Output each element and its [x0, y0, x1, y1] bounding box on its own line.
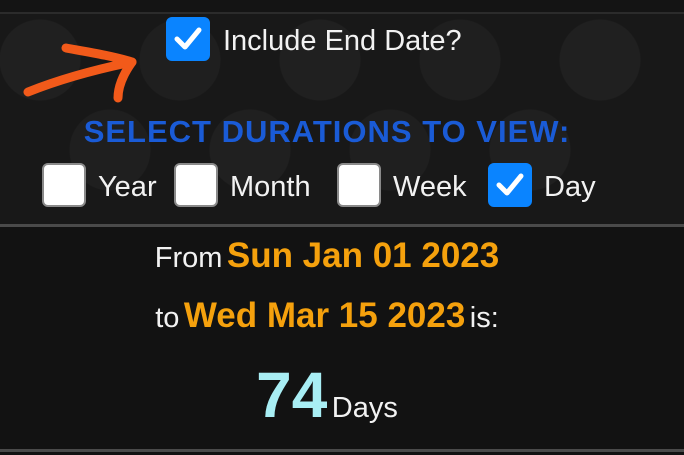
- day-checkbox[interactable]: [488, 163, 532, 207]
- include-end-date-label[interactable]: Include End Date?: [223, 24, 462, 58]
- arrow-annotation-icon: [23, 43, 137, 103]
- checkmark-icon: [174, 27, 202, 50]
- year-checkbox[interactable]: [42, 163, 86, 207]
- start-date: Sun Jan 01 2023: [226, 236, 500, 275]
- durations-heading: SELECT DURATIONS TO VIEW:: [83, 114, 571, 149]
- bottom-divider: [0, 449, 684, 452]
- end-date: Wed Mar 15 2023: [183, 296, 466, 335]
- is-label: is:: [469, 302, 499, 334]
- week-checkbox[interactable]: [337, 163, 381, 207]
- month-checkbox[interactable]: [174, 163, 218, 207]
- result-value-line: 74 Days: [0, 358, 654, 432]
- options-panel: Include End Date? SELECT DURATIONS TO VI…: [0, 0, 684, 224]
- from-label: From: [154, 242, 223, 274]
- to-label: to: [155, 302, 180, 334]
- result-to-line: to Wed Mar 15 2023 is:: [0, 296, 654, 336]
- top-border: [0, 0, 684, 14]
- section-divider: [0, 224, 684, 227]
- year-label[interactable]: Year: [98, 170, 157, 204]
- checkmark-icon: [496, 173, 524, 196]
- result-from-line: From Sun Jan 01 2023: [0, 236, 654, 276]
- month-label[interactable]: Month: [230, 170, 311, 204]
- include-end-date-checkbox[interactable]: [166, 17, 210, 61]
- day-label[interactable]: Day: [544, 170, 596, 204]
- day-count: 74: [256, 359, 328, 431]
- unit-label: Days: [331, 392, 398, 424]
- week-label[interactable]: Week: [393, 170, 467, 204]
